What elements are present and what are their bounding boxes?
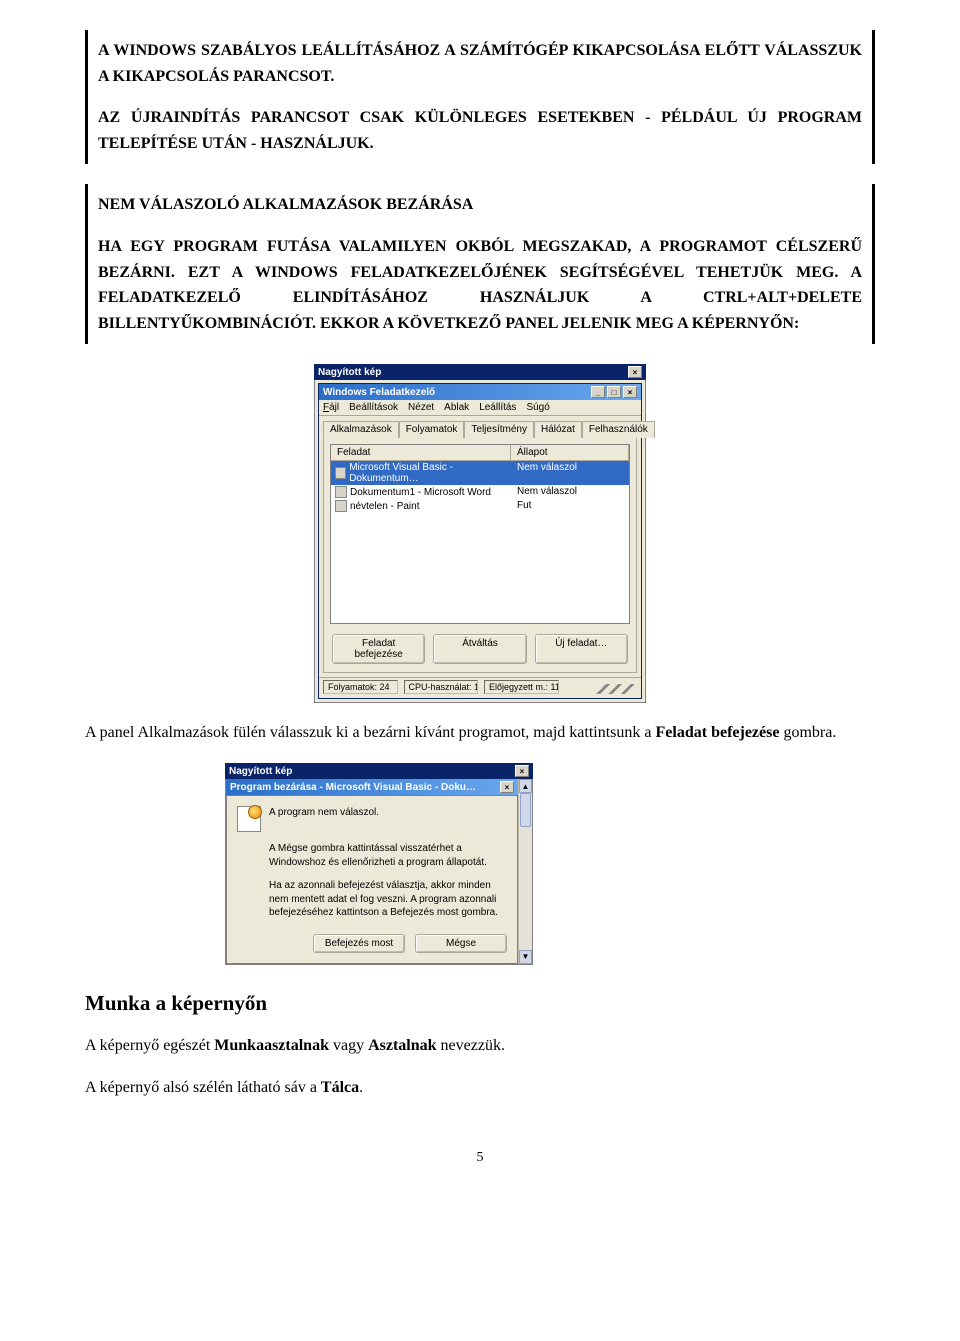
outer-titlebar: Nagyított kép × — [225, 763, 533, 779]
close-icon[interactable]: × — [500, 781, 514, 793]
page-number: 5 — [85, 1150, 875, 1166]
end-task-button[interactable]: Feladat befejezése — [332, 634, 425, 664]
para: A panel Alkalmazások fülén válasszuk ki … — [85, 721, 875, 745]
emphasis-block-1: A WINDOWS SZABÁLYOS LEÁLLÍTÁSÁHOZ A SZÁM… — [85, 30, 875, 164]
scroll-up-icon[interactable]: ▲ — [519, 779, 532, 793]
new-task-button[interactable]: Új feladat… — [535, 634, 628, 664]
title-text: Windows Feladatkezelő — [323, 387, 435, 398]
app-icon — [335, 486, 347, 498]
list-item[interactable]: Dokumentum1 - Microsoft Word Nem válaszo… — [331, 485, 629, 499]
switch-to-button[interactable]: Átváltás — [433, 634, 526, 664]
emphasis-block-2: NEM VÁLASZOLÓ ALKALMAZÁSOK BEZÁRÁSA HA E… — [85, 184, 875, 344]
dialog-text: A program nem válaszol. — [269, 806, 507, 820]
tabs: Alkalmazások Folyamatok Teljesítmény Hál… — [319, 416, 641, 437]
dialog-titlebar: Program bezárása - Microsoft Visual Basi… — [226, 779, 518, 795]
minimize-icon[interactable]: _ — [591, 386, 605, 398]
menu-item[interactable]: Beállítások — [349, 402, 398, 413]
status-memory: Előjegyzett m.: 116508K / 315204K — [484, 680, 559, 694]
maximize-icon[interactable]: □ — [607, 386, 621, 398]
tab-applications[interactable]: Alkalmazások — [323, 421, 399, 438]
tab-performance[interactable]: Teljesítmény — [464, 421, 534, 438]
tab-network[interactable]: Hálózat — [534, 421, 582, 438]
menu-item[interactable]: Nézet — [408, 402, 434, 413]
cancel-button[interactable]: Mégse — [415, 934, 507, 953]
menu-item[interactable]: Leállítás — [479, 402, 516, 413]
para: A képernyő alsó szélén látható sáv a Tál… — [85, 1076, 875, 1100]
list-item[interactable]: névtelen - Paint Fut — [331, 499, 629, 513]
menu-item[interactable]: Ablak — [444, 402, 469, 413]
statusbar: Folyamatok: 24 CPU-használat: 100% Elője… — [319, 677, 641, 696]
scrollbar[interactable]: ▲ ▼ — [518, 779, 532, 964]
outer-title-text: Nagyított kép — [229, 766, 292, 777]
para: A képernyő egészét Munkaasztalnak vagy A… — [85, 1034, 875, 1058]
para: A WINDOWS SZABÁLYOS LEÁLLÍTÁSÁHOZ A SZÁM… — [98, 38, 862, 89]
section-heading: Munka a képernyőn — [85, 991, 875, 1016]
resize-grip-icon[interactable] — [565, 684, 638, 694]
column-status[interactable]: Állapot — [511, 445, 629, 460]
app-icon — [335, 500, 347, 512]
scroll-down-icon[interactable]: ▼ — [519, 950, 532, 964]
task-manager-screenshot: Nagyított kép × Windows Feladatkezelő _ … — [314, 364, 646, 703]
titlebar: Windows Feladatkezelő _ □ × — [319, 384, 641, 400]
outer-titlebar: Nagyított kép × — [314, 364, 646, 380]
app-icon — [335, 467, 346, 479]
warning-program-icon — [237, 806, 261, 832]
close-icon[interactable]: × — [623, 386, 637, 398]
tab-processes[interactable]: Folyamatok — [399, 421, 465, 438]
para: AZ ÚJRAINDÍTÁS PARANCSOT CSAK KÜLÖNLEGES… — [98, 105, 862, 156]
close-icon[interactable]: × — [628, 366, 642, 378]
menubar: FFájlájl Beállítások Nézet Ablak Leállít… — [319, 400, 641, 416]
column-task[interactable]: Feladat — [331, 445, 511, 460]
list-item[interactable]: Microsoft Visual Basic - Dokumentum… Nem… — [331, 461, 629, 485]
outer-title-text: Nagyított kép — [318, 367, 381, 378]
end-now-button[interactable]: Befejezés most — [313, 934, 405, 953]
subheading: NEM VÁLASZOLÓ ALKALMAZÁSOK BEZÁRÁSA — [98, 192, 862, 218]
dialog-text: Ha az azonnali befejezést választja, akk… — [269, 879, 507, 920]
tab-users[interactable]: Felhasználók — [582, 421, 655, 438]
application-list[interactable]: Feladat Állapot Microsoft Visual Basic -… — [330, 444, 630, 624]
menu-item[interactable]: Súgó — [526, 402, 549, 413]
end-program-dialog-screenshot: Nagyított kép × Program bezárása - Micro… — [225, 763, 533, 965]
status-cpu: CPU-használat: 100% — [404, 680, 479, 694]
menu-item[interactable]: FFájlájl — [323, 402, 339, 413]
close-icon[interactable]: × — [515, 765, 529, 777]
dialog-text: A Mégse gombra kattintással visszatérhet… — [269, 842, 507, 869]
dialog-title-text: Program bezárása - Microsoft Visual Basi… — [230, 782, 476, 793]
status-processes: Folyamatok: 24 — [323, 680, 398, 694]
scroll-thumb[interactable] — [520, 793, 531, 827]
para: HA EGY PROGRAM FUTÁSA VALAMILYEN OKBÓL M… — [98, 234, 862, 336]
